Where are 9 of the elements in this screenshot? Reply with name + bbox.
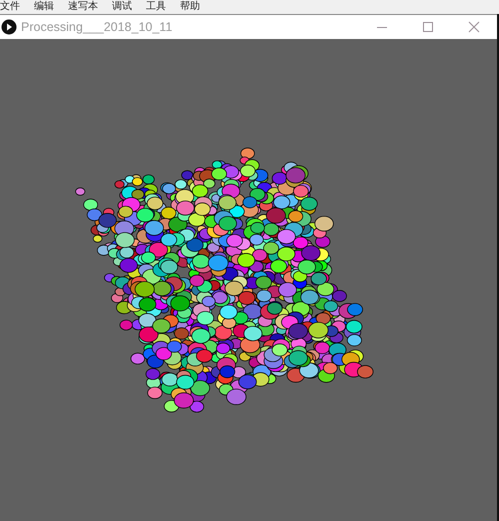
menu-item[interactable]: 编辑 [34,0,54,14]
menu-item[interactable]: 工具 [146,0,166,14]
menu-item[interactable]: 调试 [112,0,132,14]
menu-item[interactable]: 文件 [0,0,20,14]
menu-item[interactable]: 帮助 [180,0,200,14]
window-title: Processing___2018_10_11 [21,20,172,34]
close-icon [468,21,480,33]
menu-item[interactable]: 速写本 [68,0,98,14]
maximize-icon [422,21,434,33]
